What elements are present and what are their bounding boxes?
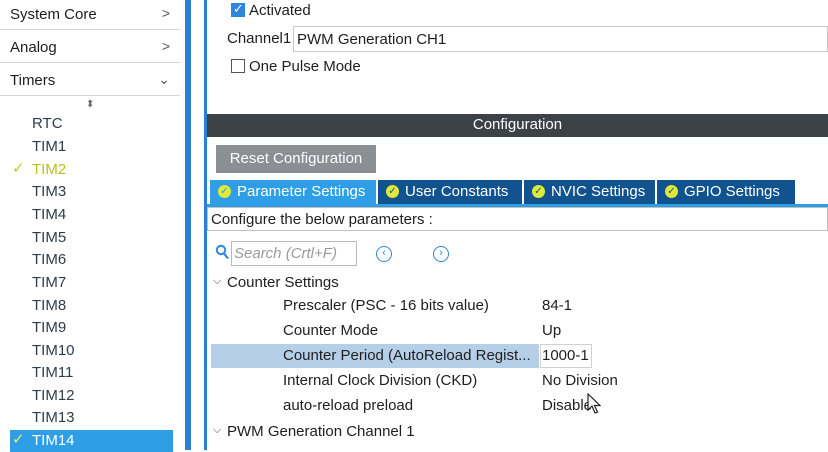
param-value[interactable]: 1000-1: [542, 347, 589, 364]
configuration-header: Configuration: [207, 114, 828, 137]
timer-item-tim6[interactable]: TIM6: [10, 249, 173, 271]
param-row-counter-mode[interactable]: Counter Mode Up: [211, 319, 828, 343]
sort-icon[interactable]: ⬍: [86, 99, 94, 110]
tab-label: GPIO Settings: [684, 183, 780, 200]
category-timers[interactable]: Timers ⌄: [0, 66, 180, 96]
one-pulse-mode-label: One Pulse Mode: [249, 58, 361, 75]
splitter-gap: [191, 0, 204, 450]
timer-item-rtc[interactable]: RTC: [10, 113, 173, 135]
category-system-core[interactable]: System Core >: [0, 0, 180, 30]
chevron-down-icon: ⌵: [213, 275, 222, 287]
search-input[interactable]: Search (Crtl+F): [231, 241, 357, 266]
check-circle-icon: ✓: [386, 185, 399, 198]
timer-label: TIM6: [32, 251, 67, 268]
search-icon: [215, 244, 229, 260]
panel-gap: [207, 104, 828, 114]
group-label: PWM Generation Channel 1: [227, 423, 415, 440]
timer-item-tim14[interactable]: ✓ TIM14: [10, 430, 173, 452]
timer-label: TIM5: [32, 229, 67, 246]
timer-item-tim11[interactable]: TIM11: [10, 362, 173, 384]
timer-item-tim9[interactable]: TIM9: [10, 317, 173, 339]
check-circle-icon: ✓: [532, 185, 545, 198]
next-result-icon[interactable]: ›: [433, 246, 449, 262]
param-name: Prescaler (PSC - 16 bits value): [283, 297, 489, 314]
param-row-prescaler[interactable]: Prescaler (PSC - 16 bits value) 84-1: [211, 294, 828, 318]
param-name: auto-reload preload: [283, 397, 414, 414]
category-label: Analog: [10, 39, 57, 56]
category-panel: System Core > Analog > Timers ⌄ ⬍ RTC TI…: [0, 0, 185, 452]
timer-label: TIM1: [32, 138, 67, 155]
timer-label: TIM11: [32, 364, 74, 381]
channel1-select[interactable]: PWM Generation CH1: [293, 26, 828, 52]
timer-item-tim7[interactable]: TIM7: [10, 272, 173, 294]
timer-label: TIM7: [32, 274, 67, 291]
chevron-right-icon: >: [161, 5, 170, 21]
timer-item-tim5[interactable]: TIM5: [10, 227, 173, 249]
mouse-pointer-icon: [587, 393, 601, 414]
category-label: System Core: [10, 6, 97, 23]
timer-label: TIM3: [32, 183, 67, 200]
timer-label: TIM2: [32, 161, 67, 178]
timer-item-tim8[interactable]: TIM8: [10, 295, 173, 317]
check-circle-icon: ✓: [218, 185, 231, 198]
tab-user-constants[interactable]: ✓ User Constants: [378, 180, 522, 204]
tab-label: NVIC Settings: [551, 183, 646, 200]
activated-checkbox[interactable]: [231, 1, 245, 17]
timer-item-tim2[interactable]: ✓ TIM2: [10, 159, 173, 181]
timer-item-tim10[interactable]: TIM10: [10, 340, 173, 362]
timer-label: TIM13: [32, 409, 75, 426]
group-label: Counter Settings: [227, 274, 339, 291]
tab-nvic-settings[interactable]: ✓ NVIC Settings: [524, 180, 655, 204]
timer-item-tim12[interactable]: TIM12: [10, 385, 173, 407]
timer-label: TIM10: [32, 342, 75, 359]
param-name: Counter Period (AutoReload Regist...: [283, 347, 531, 364]
configuration-panel: Reset Configuration ✓ Parameter Settings…: [207, 137, 828, 450]
param-value[interactable]: No Division: [542, 372, 618, 389]
reset-configuration-button[interactable]: Reset Configuration: [216, 145, 376, 173]
timer-item-tim3[interactable]: TIM3: [10, 181, 173, 203]
param-name: Counter Mode: [283, 322, 379, 339]
chevron-down-icon: ⌄: [158, 71, 170, 87]
check-icon: ✓: [12, 431, 25, 448]
tab-label: User Constants: [405, 183, 509, 200]
previous-result-icon[interactable]: ‹: [376, 246, 392, 262]
param-row-auto-reload[interactable]: auto-reload preload Disable: [211, 394, 828, 418]
chevron-right-icon: >: [161, 38, 170, 54]
tab-gpio-settings[interactable]: ✓ GPIO Settings: [657, 180, 795, 204]
configure-hint: Configure the below parameters :: [207, 207, 828, 231]
tab-label: Parameter Settings: [237, 183, 366, 200]
timer-label: TIM12: [32, 387, 75, 404]
timer-item-tim13[interactable]: TIM13: [10, 407, 173, 429]
channel1-label: Channel1: [227, 30, 292, 47]
timer-label: TIM4: [32, 206, 67, 223]
category-label: Timers: [10, 72, 56, 89]
param-row-clock-division[interactable]: Internal Clock Division (CKD) No Divisio…: [211, 369, 828, 393]
timer-label: TIM14: [32, 432, 75, 449]
param-value[interactable]: Up: [542, 322, 561, 339]
chevron-down-icon: ⌵: [213, 424, 222, 436]
param-name: Internal Clock Division (CKD): [283, 372, 478, 389]
check-icon: ✓: [12, 160, 25, 177]
mode-panel: Activated Channel1 PWM Generation CH1 On…: [207, 0, 828, 104]
param-value[interactable]: 84-1: [542, 297, 572, 314]
timer-label: TIM8: [32, 297, 67, 314]
timer-label: RTC: [32, 115, 63, 132]
param-row-counter-period[interactable]: Counter Period (AutoReload Regist... 100…: [211, 344, 828, 368]
tab-parameter-settings[interactable]: ✓ Parameter Settings: [210, 180, 376, 204]
activated-label: Activated: [249, 2, 311, 19]
timer-item-tim1[interactable]: TIM1: [10, 136, 173, 158]
check-circle-icon: ✓: [665, 185, 678, 198]
one-pulse-mode-checkbox[interactable]: [231, 59, 245, 73]
timer-label: TIM9: [32, 319, 67, 336]
timer-item-tim4[interactable]: TIM4: [10, 204, 173, 226]
category-analog[interactable]: Analog >: [0, 33, 180, 63]
param-value[interactable]: Disable: [542, 397, 592, 414]
